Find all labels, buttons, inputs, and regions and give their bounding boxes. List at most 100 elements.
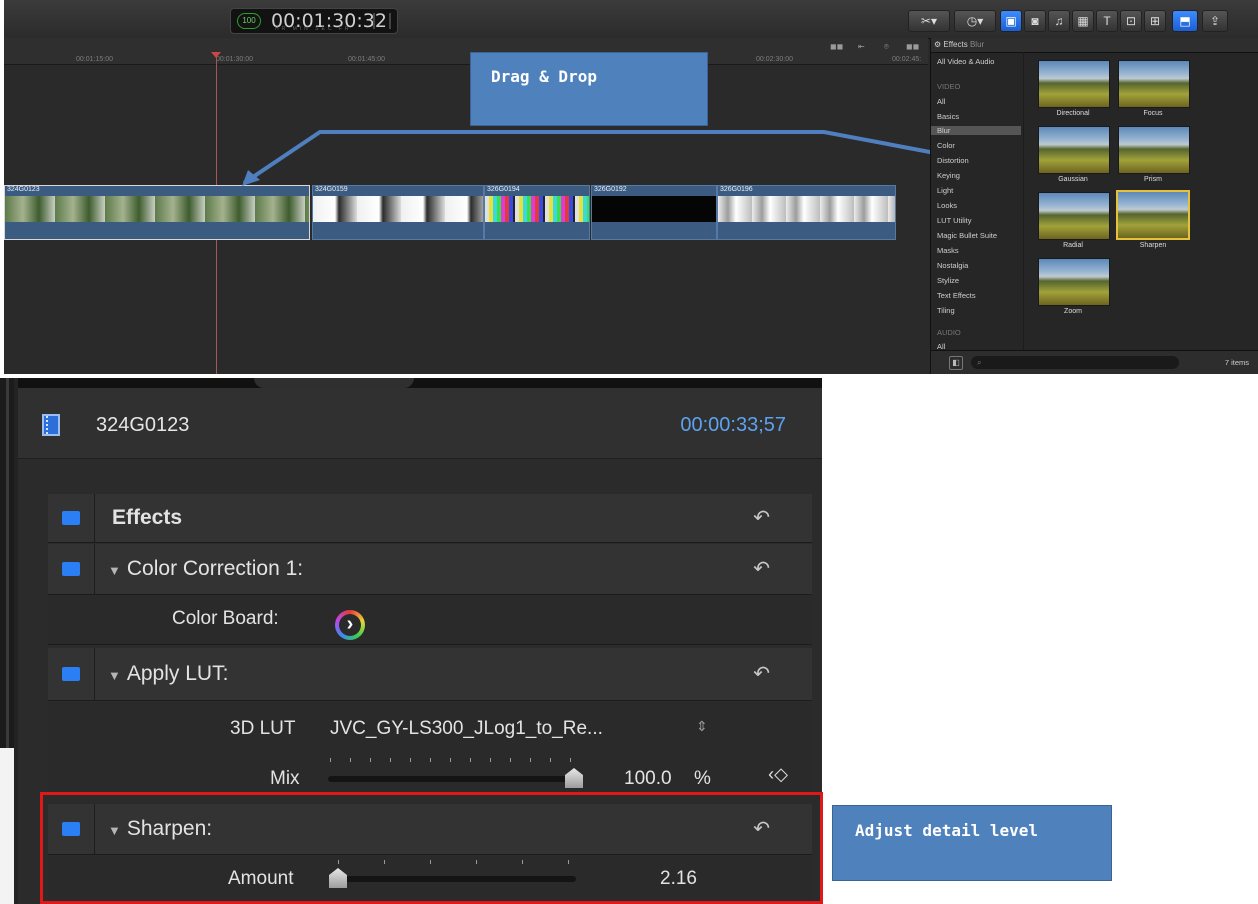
category-header: VIDEO bbox=[937, 82, 961, 91]
effect-label: Radial bbox=[1063, 242, 1083, 249]
inspector-left-gap bbox=[0, 748, 14, 904]
category-item[interactable]: All bbox=[937, 97, 945, 106]
search-icon: ⌕ bbox=[977, 358, 982, 367]
mix-slider[interactable] bbox=[328, 776, 574, 782]
ruler-tick: 00:01:45:00 bbox=[348, 56, 385, 63]
titles-browser-button[interactable]: T bbox=[1096, 10, 1118, 32]
effect-label: Sharpen bbox=[1139, 242, 1167, 249]
timeline-clip[interactable]: 326G0196 bbox=[717, 185, 896, 240]
clip-label: 326G0196 bbox=[720, 186, 753, 193]
effects-title: Effects bbox=[112, 506, 183, 529]
effects-enable-checkbox[interactable] bbox=[62, 511, 80, 525]
clip-appearance-icon[interactable]: ◼◼ bbox=[830, 42, 843, 51]
timecode-display[interactable]: 100 00:01:30:32 HR MIN SEC FR bbox=[230, 8, 398, 34]
clip-label: 324G0123 bbox=[7, 186, 40, 193]
mix-value[interactable]: 100.0 bbox=[624, 768, 672, 790]
music-browser-button[interactable]: ♫ bbox=[1048, 10, 1070, 32]
sidebar-toggle-icon[interactable]: ◧ bbox=[949, 356, 963, 370]
apply-lut-enable-checkbox[interactable] bbox=[62, 667, 80, 681]
effect-thumbnail-selected[interactable] bbox=[1116, 190, 1190, 240]
ruler-tick: 00:02:30:00 bbox=[756, 56, 793, 63]
effect-label: Prism bbox=[1144, 176, 1162, 183]
effects-section-header[interactable]: Effects ↶ bbox=[48, 494, 812, 543]
keyframe-diamond-icon[interactable]: ‹◇ bbox=[768, 764, 788, 785]
mix-slider-knob[interactable] bbox=[565, 768, 583, 788]
browser-footer: ◧ ⌕ 7 items bbox=[931, 350, 1258, 374]
tool-select-button[interactable]: ✂▾ bbox=[908, 10, 950, 32]
effect-label: Directional bbox=[1056, 110, 1090, 117]
timeline-clip[interactable]: 324G0159 bbox=[312, 185, 484, 240]
reset-arrow-icon[interactable]: ↶ bbox=[753, 661, 770, 686]
inspector-toggle-button[interactable]: ⬒ bbox=[1172, 10, 1198, 32]
browser-header: ⚙ Effects Blur bbox=[931, 38, 1258, 53]
disclosure-triangle-icon[interactable]: ▼ bbox=[108, 563, 121, 578]
category-item[interactable]: Distortion bbox=[937, 156, 969, 165]
effect-thumbnail[interactable] bbox=[1118, 60, 1190, 108]
editor-window: 100 00:01:30:32 HR MIN SEC FR ✂▾ ◷▾ ▣ ◙ … bbox=[4, 0, 1258, 374]
retiming-button[interactable]: ◷▾ bbox=[954, 10, 996, 32]
timeline-clip[interactable]: 326G0192 bbox=[591, 185, 717, 240]
lut-select-stepper-icon[interactable]: ⇕ bbox=[696, 718, 708, 735]
clip-label: 324G0159 bbox=[315, 186, 348, 193]
category-item[interactable]: Keying bbox=[937, 171, 960, 180]
adjust-detail-callout: Adjust detail level bbox=[832, 805, 1112, 881]
color-board-icon[interactable] bbox=[335, 610, 365, 640]
effect-thumbnail[interactable] bbox=[1038, 258, 1110, 306]
effects-grid: Directional Focus Gaussian Prism Radial … bbox=[1023, 52, 1258, 350]
snapping-icon[interactable]: ⌾ bbox=[884, 42, 889, 52]
category-item[interactable]: Color bbox=[937, 141, 955, 150]
disclosure-triangle-icon[interactable]: ▼ bbox=[108, 668, 121, 683]
category-item[interactable]: Stylize bbox=[937, 276, 959, 285]
ruler-tick: 00:02:45: bbox=[892, 56, 922, 63]
category-item[interactable]: Looks bbox=[937, 201, 957, 210]
category-item[interactable]: Tiling bbox=[937, 306, 955, 315]
color-correction-title: ▼ Color Correction 1: bbox=[108, 557, 304, 580]
inspector-top-edge bbox=[18, 378, 822, 388]
effect-label: Zoom bbox=[1064, 308, 1082, 315]
skimming-icon[interactable]: ⇤ bbox=[858, 42, 865, 51]
effect-thumbnail[interactable] bbox=[1038, 192, 1110, 240]
lut-label: 3D LUT bbox=[230, 718, 296, 739]
category-item[interactable]: Text Effects bbox=[937, 291, 976, 300]
clip-filmstrip bbox=[485, 196, 589, 222]
reset-arrow-icon[interactable]: ↶ bbox=[753, 505, 770, 530]
category-item-selected[interactable]: Blur bbox=[931, 126, 1021, 135]
effect-label: Focus bbox=[1143, 110, 1163, 117]
color-correction-header[interactable]: ▼ Color Correction 1: ↶ bbox=[48, 544, 812, 595]
lut-select-value[interactable]: JVC_GY-LS300_JLog1_to_Re... bbox=[330, 718, 603, 740]
effect-thumbnail[interactable] bbox=[1038, 60, 1110, 108]
color-correction-enable-checkbox[interactable] bbox=[62, 562, 80, 576]
category-item[interactable]: All Video & Audio bbox=[937, 57, 994, 66]
photo-browser-button[interactable]: ◙ bbox=[1024, 10, 1046, 32]
timeline-ruler[interactable]: 00:01:15:00 00:01:30:00 00:01:45:00 00:0… bbox=[4, 38, 928, 65]
mix-unit: % bbox=[694, 768, 711, 789]
effect-thumbnail[interactable] bbox=[1118, 126, 1190, 174]
transitions-browser-button[interactable]: ▦ bbox=[1072, 10, 1094, 32]
share-button[interactable]: ⇪ bbox=[1202, 10, 1228, 32]
film-clip-icon bbox=[42, 414, 60, 436]
clip-duration: 00:00:33;57 bbox=[680, 414, 786, 436]
effects-browser-button[interactable]: ▣ bbox=[1000, 10, 1022, 32]
category-item[interactable]: Light bbox=[937, 186, 953, 195]
sharpen-highlight-frame bbox=[40, 792, 823, 904]
category-header: AUDIO bbox=[937, 328, 961, 337]
effect-thumbnail[interactable] bbox=[1038, 126, 1110, 174]
timeline-clip[interactable]: 324G0123 bbox=[4, 185, 310, 240]
search-input[interactable]: ⌕ bbox=[971, 356, 1179, 369]
category-item[interactable]: Magic Bullet Suite bbox=[937, 231, 997, 240]
generators-browser-button[interactable]: ⊡ bbox=[1120, 10, 1142, 32]
reset-arrow-icon[interactable]: ↶ bbox=[753, 556, 770, 581]
category-item[interactable]: LUT Utility bbox=[937, 216, 971, 225]
category-item[interactable]: Nostalgia bbox=[937, 261, 968, 270]
clip-label: 326G0194 bbox=[487, 186, 520, 193]
timeline-clip[interactable]: 326G0194 bbox=[484, 185, 590, 240]
clip-name: 324G0123 bbox=[96, 414, 190, 436]
category-item[interactable]: Masks bbox=[937, 246, 959, 255]
category-item[interactable]: Basics bbox=[937, 112, 959, 121]
apply-lut-header[interactable]: ▼ Apply LUT: ↶ bbox=[48, 648, 812, 701]
zoom-icon[interactable]: ◼◼ bbox=[906, 42, 919, 51]
themes-browser-button[interactable]: ⊞ bbox=[1144, 10, 1166, 32]
effects-icon: ⚙ bbox=[934, 40, 942, 49]
toolbar: 100 00:01:30:32 HR MIN SEC FR ✂▾ ◷▾ ▣ ◙ … bbox=[4, 0, 1258, 39]
timecode-units: HR MIN SEC FR bbox=[275, 26, 352, 32]
